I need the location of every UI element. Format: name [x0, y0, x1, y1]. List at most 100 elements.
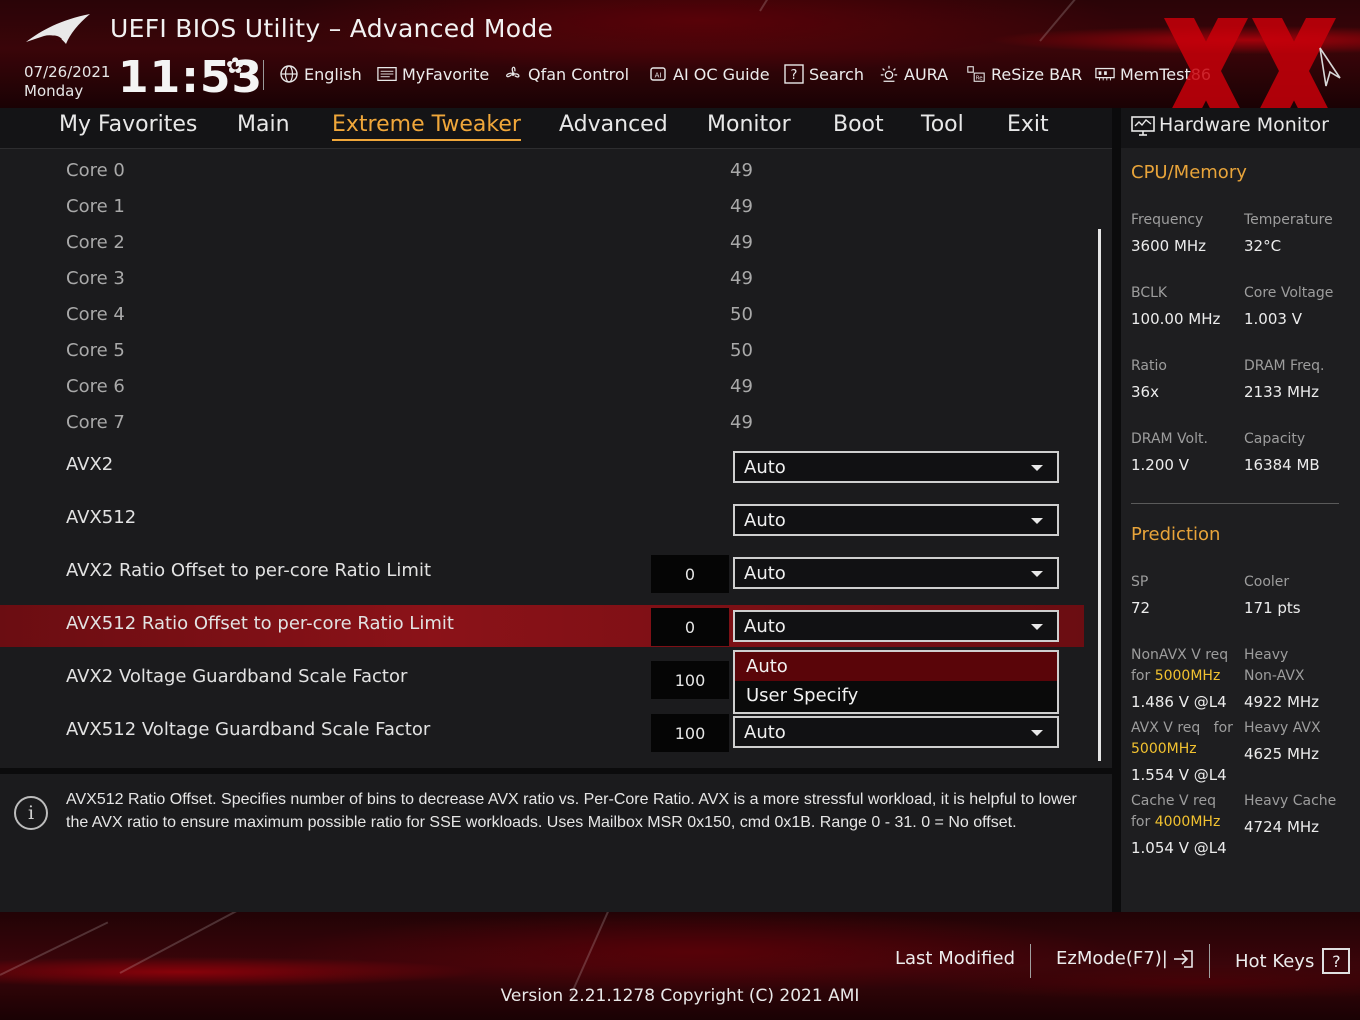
heavy-avx-value: 4625 MHz: [1244, 745, 1320, 763]
capacity-label: Capacity: [1244, 431, 1306, 447]
scrollbar[interactable]: [1098, 229, 1101, 761]
avx2-select[interactable]: Auto: [733, 451, 1059, 483]
svg-text:?: ?: [791, 68, 798, 83]
heavy-avx-label: Heavy AVX: [1244, 720, 1321, 736]
nonavx-vreq-label: NonAVX V req: [1131, 647, 1229, 663]
fan-icon: [503, 65, 523, 83]
core-0-label: Core 0: [66, 160, 125, 181]
dram-volt-value: 1.200 V: [1131, 456, 1189, 474]
avx512-guardband-label: AVX512 Voltage Guardband Scale Factor: [66, 719, 431, 740]
resize-bar-button[interactable]: Re ReSize BAR: [966, 62, 1082, 86]
qfan-control-button[interactable]: Qfan Control: [503, 62, 629, 86]
help-panel: i AVX512 Ratio Offset. Specifies number …: [0, 774, 1112, 912]
avx512-ratio-offset-value: 0: [651, 608, 729, 646]
dropdown-option-user-specify[interactable]: User Specify: [735, 681, 1057, 710]
footer-divider: [1209, 944, 1210, 978]
nonavx-for-text: for: [1131, 668, 1151, 684]
cache-vreq-label: Cache V req: [1131, 793, 1216, 809]
prediction-section-title: Prediction: [1131, 524, 1221, 545]
clock-settings-gear-icon[interactable]: ✿: [226, 54, 244, 79]
resize-bar-icon: Re: [966, 65, 986, 83]
last-modified-button[interactable]: Last Modified: [895, 948, 1015, 969]
chevron-down-icon: [1031, 571, 1043, 577]
temperature-value: 32°C: [1244, 237, 1282, 255]
core-4-label: Core 4: [66, 304, 125, 325]
dropdown-option-auto[interactable]: Auto: [735, 652, 1057, 681]
bclk-label: BCLK: [1131, 285, 1168, 301]
language-button[interactable]: English: [279, 62, 362, 86]
search-button[interactable]: ? Search: [784, 62, 864, 86]
ai-chip-icon: AI: [648, 65, 668, 83]
exit-arrow-icon: [1173, 949, 1193, 968]
ezmode-label: EzMode(F7)|: [1056, 948, 1168, 969]
version-text: Version 2.21.1278 Copyright (C) 2021 AMI: [500, 986, 860, 1006]
frequency-value: 3600 MHz: [1131, 237, 1207, 255]
frequency-label: Frequency: [1131, 212, 1204, 228]
monitor-icon: [1131, 116, 1155, 136]
avx2-ratio-offset-value: 0: [651, 555, 729, 593]
xx-watermark-logo: [1164, 18, 1341, 108]
nonavx-freq: 5000MHz: [1154, 668, 1221, 684]
avx512-select[interactable]: Auto: [733, 504, 1059, 536]
avx-for-text: for: [1213, 720, 1233, 736]
chevron-down-icon: [1031, 730, 1043, 736]
avx512-ratio-offset-select[interactable]: Auto: [733, 610, 1059, 642]
avx512-guardband-value[interactable]: 100: [651, 714, 729, 752]
avx512-label: AVX512: [66, 507, 137, 528]
avx2-ratio-offset-select[interactable]: Auto: [733, 557, 1059, 589]
footer-bar: Last Modified EzMode(F7)| Hot Keys ? Ver…: [0, 912, 1360, 1020]
footer-streak: [569, 912, 612, 998]
tab-boot[interactable]: Boot: [833, 112, 884, 137]
chevron-down-icon: [1031, 624, 1043, 630]
sp-value: 72: [1131, 599, 1151, 617]
ezmode-button[interactable]: EzMode(F7)|: [1056, 948, 1194, 969]
avx-freq: 5000MHz: [1131, 741, 1197, 757]
avx2-guardband-value[interactable]: 100: [651, 661, 729, 699]
tab-monitor[interactable]: Monitor: [707, 112, 791, 137]
tab-advanced[interactable]: Advanced: [559, 112, 668, 137]
header-streak: [759, 0, 836, 12]
day-text: Monday: [24, 82, 84, 100]
dropdown-menu: Auto User Specify: [733, 650, 1059, 714]
tab-extreme-tweaker[interactable]: Extreme Tweaker: [332, 112, 521, 141]
hardware-monitor-header: Hardware Monitor: [1121, 108, 1360, 148]
ai-oc-guide-button[interactable]: AI AI OC Guide: [648, 62, 770, 86]
core-5-label: Core 5: [66, 340, 125, 361]
core-voltage-value: 1.003 V: [1244, 310, 1302, 328]
tab-main[interactable]: Main: [237, 112, 290, 137]
main-tab-bar: My Favorites Main Extreme Tweaker Advanc…: [0, 108, 1112, 148]
core-voltage-label: Core Voltage: [1244, 285, 1334, 301]
avx512-guardband-select[interactable]: Auto: [733, 716, 1059, 748]
avx2-ratio-offset-label: AVX2 Ratio Offset to per-core Ratio Limi…: [66, 560, 432, 581]
avx2-label: AVX2: [66, 454, 114, 475]
hardware-monitor-panel: Hardware Monitor CPU/Memory Frequency Te…: [1121, 108, 1360, 912]
capacity-value: 16384 MB: [1244, 456, 1320, 474]
hot-keys-button[interactable]: Hot Keys ?: [1235, 948, 1351, 974]
svg-text:Re: Re: [976, 75, 984, 81]
ai-oc-label: AI OC Guide: [673, 64, 770, 84]
core-1-label: Core 1: [66, 196, 125, 217]
aura-button[interactable]: AURA: [879, 62, 948, 86]
cache-for-text: for: [1131, 814, 1151, 830]
heavy-nonavx-label-1: Heavy: [1244, 647, 1289, 663]
header-divider: [263, 60, 264, 90]
bclk-value: 100.00 MHz: [1131, 310, 1221, 328]
section-divider: [1131, 503, 1339, 504]
resize-bar-label: ReSize BAR: [991, 64, 1083, 84]
aura-light-icon: [879, 65, 899, 83]
core-6-value: 49: [730, 376, 753, 397]
tab-exit[interactable]: Exit: [1007, 112, 1049, 137]
tab-tool[interactable]: Tool: [921, 112, 964, 137]
core-7-label: Core 7: [66, 412, 125, 433]
globe-icon: [279, 65, 299, 83]
myfavorite-button[interactable]: MyFavorite: [377, 62, 489, 86]
cache-for-line: for 4000MHz: [1131, 812, 1220, 832]
myfavorite-label: MyFavorite: [402, 64, 490, 84]
core-1-value: 49: [730, 196, 753, 217]
chevron-down-icon: [1031, 465, 1043, 471]
tab-my-favorites[interactable]: My Favorites: [59, 112, 197, 137]
settings-list: Core 0 49 Core 1 49 Core 2 49 Core 3 49 …: [0, 148, 1112, 768]
hardware-monitor-title: Hardware Monitor: [1159, 114, 1329, 136]
nonavx-for-line: for 5000MHz: [1131, 666, 1220, 686]
heavy-cache-label: Heavy Cache: [1244, 793, 1337, 809]
